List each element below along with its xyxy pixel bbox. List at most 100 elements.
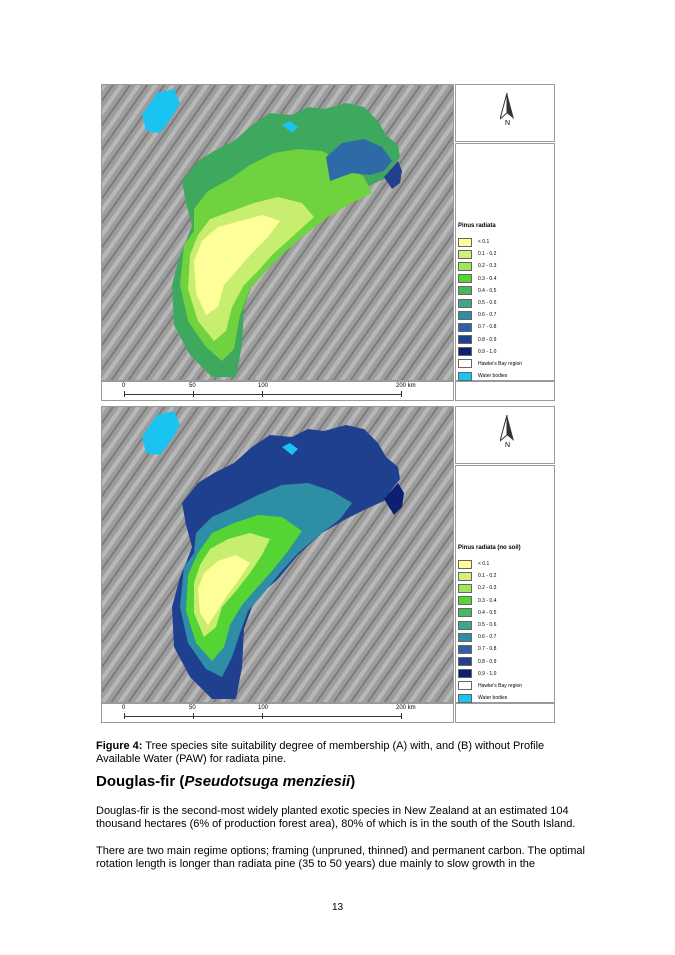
legend-item: 0.6 - 0.7 [458, 631, 522, 643]
caption-text: Tree species site suitability degree of … [96, 740, 545, 765]
legend-swatch [458, 620, 472, 630]
legend-item: 0.4 - 0.5 [458, 607, 522, 619]
north-arrow-icon [500, 415, 514, 442]
legend-label: 0.7 - 0.8 [478, 646, 497, 653]
legend-item: 0.9 - 1.0 [458, 668, 522, 680]
legend-swatch [458, 693, 472, 703]
map-panel-b: 0 50 100 200 km N Pinus radiata (no soil… [101, 406, 555, 723]
legend-swatch [458, 274, 472, 284]
scale-label: 200 km [396, 383, 416, 389]
legend-item: 0.3 - 0.4 [458, 595, 522, 607]
legend-swatch [458, 559, 472, 569]
legend-list: < 0.1 0.1 - 0.2 0.2 - 0.3 0.3 - 0.4 0.4 - 0.… [458, 558, 522, 704]
legend-item: < 0.1 [458, 558, 522, 570]
legend-swatch [458, 583, 472, 593]
section-heading: Douglas-fir (Pseudotsuga menziesii) [96, 773, 355, 790]
scale-bar: 0 50 100 200 km [101, 703, 454, 723]
body-paragraph: Douglas-fir is the second-most widely pl… [96, 805, 576, 830]
legend-item: Hawke's Bay region [458, 680, 522, 692]
scale-line [124, 716, 402, 717]
north-arrow-box: N [455, 406, 555, 464]
legend-label: 0.7 - 0.8 [478, 324, 497, 331]
legend-label: 0.2 - 0.3 [478, 585, 497, 592]
legend-swatch [458, 322, 472, 332]
legend-swatch [458, 644, 472, 654]
legend-label: 0.8 - 0.9 [478, 336, 497, 343]
caption-label: Figure 4: [96, 740, 143, 752]
north-arrow-box: N [455, 84, 555, 142]
legend-label: 0.1 - 0.2 [478, 251, 497, 258]
legend-item: 0.3 - 0.4 [458, 273, 522, 285]
scale-label: 0 [122, 705, 126, 711]
legend-swatch [458, 669, 472, 679]
legend-label: 0.1 - 0.2 [478, 573, 497, 580]
heading-suffix: ) [350, 773, 356, 790]
scale-label: 100 [258, 383, 269, 389]
legend-swatch [458, 632, 472, 642]
north-arrow-icon [500, 93, 514, 120]
legend-item: 0.2 - 0.3 [458, 582, 522, 594]
north-label: N [505, 120, 511, 127]
legend-label: 0.4 - 0.5 [478, 609, 497, 616]
scale-label: 50 [189, 705, 196, 711]
legend-item: < 0.1 [458, 236, 522, 248]
scale-label: 50 [189, 383, 196, 389]
scale-bar: 0 50 100 200 km [101, 381, 454, 401]
legend-label: Water bodies [478, 695, 508, 702]
scale-line [124, 394, 402, 395]
scale-label: 200 km [396, 705, 416, 711]
legend-item: 0.8 - 0.9 [458, 656, 522, 668]
legend-label: 0.3 - 0.4 [478, 275, 497, 282]
legend-label: 0.4 - 0.5 [478, 287, 497, 294]
legend-swatch [458, 249, 472, 259]
legend-item: 0.5 - 0.6 [458, 297, 522, 309]
legend-swatch [458, 657, 472, 667]
legend-label: 0.9 - 1.0 [478, 670, 497, 677]
legend-label: < 0.1 [478, 239, 490, 246]
legend-label: Water bodies [478, 373, 508, 380]
legend-swatch [458, 347, 472, 357]
legend-item: 0.5 - 0.6 [458, 619, 522, 631]
legend-item: 0.7 - 0.8 [458, 321, 522, 333]
north-label: N [505, 442, 511, 449]
figure-caption: Figure 4: Tree species site suitability … [96, 740, 576, 766]
legend-swatch [458, 261, 472, 271]
legend-item: 0.9 - 1.0 [458, 346, 522, 358]
heading-prefix: Douglas-fir ( [96, 773, 185, 790]
legend-swatch [458, 286, 472, 296]
legend-swatch [458, 237, 472, 247]
legend-label: 0.9 - 1.0 [478, 348, 497, 355]
legend-swatch [458, 335, 472, 345]
legend-swatch [458, 310, 472, 320]
legend-label: 0.5 - 0.6 [478, 300, 497, 307]
body-paragraph: There are two main regime options; frami… [96, 845, 585, 870]
legend-label: 0.6 - 0.7 [478, 634, 497, 641]
legend-label: < 0.1 [478, 561, 490, 568]
legend-title: Pinus radiata (no soil) [458, 545, 521, 551]
legend-swatch [458, 681, 472, 691]
legend-label: Hawke's Bay region [478, 682, 523, 689]
scale-label: 0 [122, 383, 126, 389]
legend-label: 0.3 - 0.4 [478, 597, 497, 604]
legend-item: 0.1 - 0.2 [458, 248, 522, 260]
legend-item: 0.6 - 0.7 [458, 309, 522, 321]
legend-swatch [458, 596, 472, 606]
heading-species: Pseudotsuga menziesii [184, 773, 351, 790]
legend-item: 0.4 - 0.5 [458, 285, 522, 297]
legend-swatch [458, 608, 472, 618]
suitability-map [101, 406, 454, 703]
legend-item: 0.8 - 0.9 [458, 334, 522, 346]
suitability-map [101, 84, 454, 381]
scale-label: 100 [258, 705, 269, 711]
page-number: 13 [331, 902, 344, 913]
legend-title: Pinus radiata [458, 223, 496, 229]
legend-item: Hawke's Bay region [458, 358, 522, 370]
legend-label: 0.2 - 0.3 [478, 263, 497, 270]
blank-cell [455, 381, 555, 401]
legend: Pinus radiata (no soil) < 0.1 0.1 - 0.2 0.… [455, 465, 555, 703]
legend-swatch [458, 298, 472, 308]
legend-label: 0.6 - 0.7 [478, 312, 497, 319]
legend-swatch [458, 571, 472, 581]
legend-label: Hawke's Bay region [478, 360, 523, 367]
blank-cell [455, 703, 555, 723]
